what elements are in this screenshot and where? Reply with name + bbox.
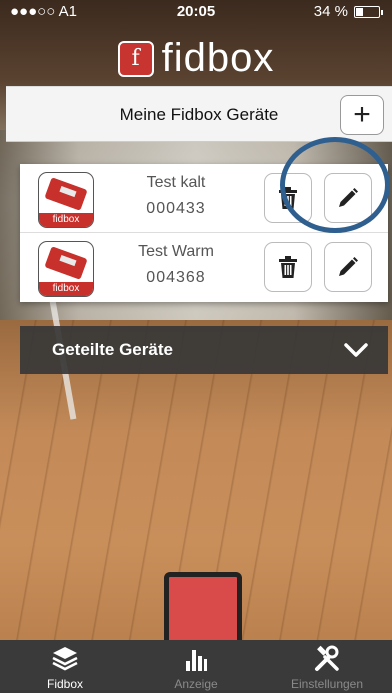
device-row[interactable]: fidbox Test Warm 004368 xyxy=(20,233,388,302)
highlight-annotation xyxy=(280,137,390,233)
device-brand-label: fidbox xyxy=(39,282,93,296)
battery-icon xyxy=(354,5,383,18)
delete-button[interactable] xyxy=(264,242,312,292)
tab-anzeige[interactable]: Anzeige xyxy=(131,640,261,693)
tools-icon xyxy=(262,644,392,674)
battery-status: 34 % xyxy=(313,3,383,20)
device-id: 000433 xyxy=(146,200,206,217)
tab-label: Anzeige xyxy=(174,677,218,691)
edit-button[interactable] xyxy=(324,242,372,292)
tab-label: Einstellungen xyxy=(290,677,364,691)
trash-icon xyxy=(279,256,297,278)
logo-text: fidbox xyxy=(161,36,275,80)
page-title: Meine Fidbox Geräte xyxy=(119,105,279,124)
bar-chart-icon xyxy=(131,644,261,674)
layers-icon xyxy=(0,644,130,674)
fidbox-device-icon: fidbox xyxy=(38,172,94,228)
device-name: Test Warm xyxy=(138,243,214,260)
device-id: 004368 xyxy=(146,269,206,286)
shared-devices-section[interactable]: Geteilte Geräte xyxy=(20,326,388,374)
device-brand-label: fidbox xyxy=(39,213,93,227)
tab-fidbox[interactable]: Fidbox xyxy=(0,640,130,693)
tab-label: Fidbox xyxy=(46,677,84,691)
add-device-button[interactable]: + xyxy=(340,95,384,135)
status-bar: ●●●○○ A1 20:05 34 % xyxy=(0,0,392,24)
tab-bar: Fidbox Anzeige Einstellungen xyxy=(0,640,392,693)
shared-devices-label: Geteilte Geräte xyxy=(52,340,173,359)
fidbox-device-icon: fidbox xyxy=(38,241,94,297)
tab-einstellungen[interactable]: Einstellungen xyxy=(262,640,392,693)
battery-percent: 34 % xyxy=(313,3,348,20)
device-name: Test kalt xyxy=(146,174,206,191)
pencil-icon xyxy=(339,257,358,276)
logo-mark-icon: f xyxy=(117,40,154,77)
app-logo: f fidbox xyxy=(0,36,392,81)
chevron-down-icon xyxy=(342,336,370,369)
page-header: Meine Fidbox Geräte + xyxy=(6,86,392,142)
